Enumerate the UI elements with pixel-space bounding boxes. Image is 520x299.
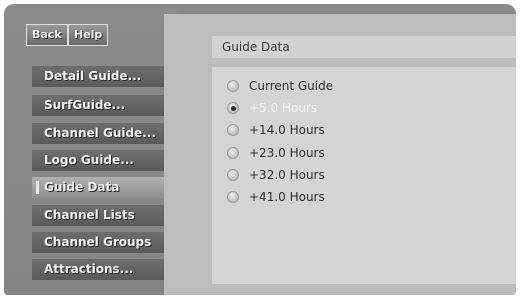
radio-button[interactable] bbox=[227, 191, 239, 203]
back-button[interactable]: Back bbox=[26, 24, 68, 46]
radio-option-5-hours[interactable]: +5.0 Hours bbox=[227, 99, 487, 117]
radio-option-41-hours[interactable]: +41.0 Hours bbox=[227, 188, 487, 206]
radio-option-23-hours[interactable]: +23.0 Hours bbox=[227, 144, 487, 162]
nav-item-guide-data[interactable]: Guide Data bbox=[32, 177, 182, 198]
radio-option-current-guide[interactable]: Current Guide bbox=[227, 77, 487, 95]
radio-button[interactable] bbox=[227, 124, 239, 136]
radio-label: +32.0 Hours bbox=[249, 168, 325, 182]
radio-label: +5.0 Hours bbox=[249, 101, 318, 115]
nav-item-logo-guide[interactable]: Logo Guide... bbox=[32, 150, 182, 171]
radio-button[interactable] bbox=[227, 102, 239, 114]
nav-item-channel-groups[interactable]: Channel Groups bbox=[32, 232, 182, 253]
radio-button[interactable] bbox=[227, 80, 239, 92]
radio-label: +14.0 Hours bbox=[249, 123, 325, 137]
nav-item-channel-guide[interactable]: Channel Guide... bbox=[32, 123, 182, 144]
nav-item-channel-lists[interactable]: Channel Lists bbox=[32, 205, 182, 226]
radio-button[interactable] bbox=[227, 147, 239, 159]
options-box: Current Guide +5.0 Hours +14.0 Hours +23… bbox=[212, 67, 516, 284]
radio-label: Current Guide bbox=[249, 79, 334, 93]
nav-item-surfguide[interactable]: SurfGuide... bbox=[32, 95, 182, 116]
radio-label: +23.0 Hours bbox=[249, 146, 325, 160]
nav-item-detail-guide[interactable]: Detail Guide... bbox=[32, 66, 182, 87]
page-title: Guide Data bbox=[212, 36, 516, 58]
nav-item-attractions[interactable]: Attractions... bbox=[32, 259, 182, 280]
help-button[interactable]: Help bbox=[68, 24, 109, 46]
radio-option-14-hours[interactable]: +14.0 Hours bbox=[227, 121, 487, 139]
radio-label: +41.0 Hours bbox=[249, 190, 325, 204]
tv-guide-screen: Back Help Detail Guide... SurfGuide... C… bbox=[4, 4, 516, 295]
radio-option-32-hours[interactable]: +32.0 Hours bbox=[227, 166, 487, 184]
radio-button[interactable] bbox=[227, 169, 239, 181]
